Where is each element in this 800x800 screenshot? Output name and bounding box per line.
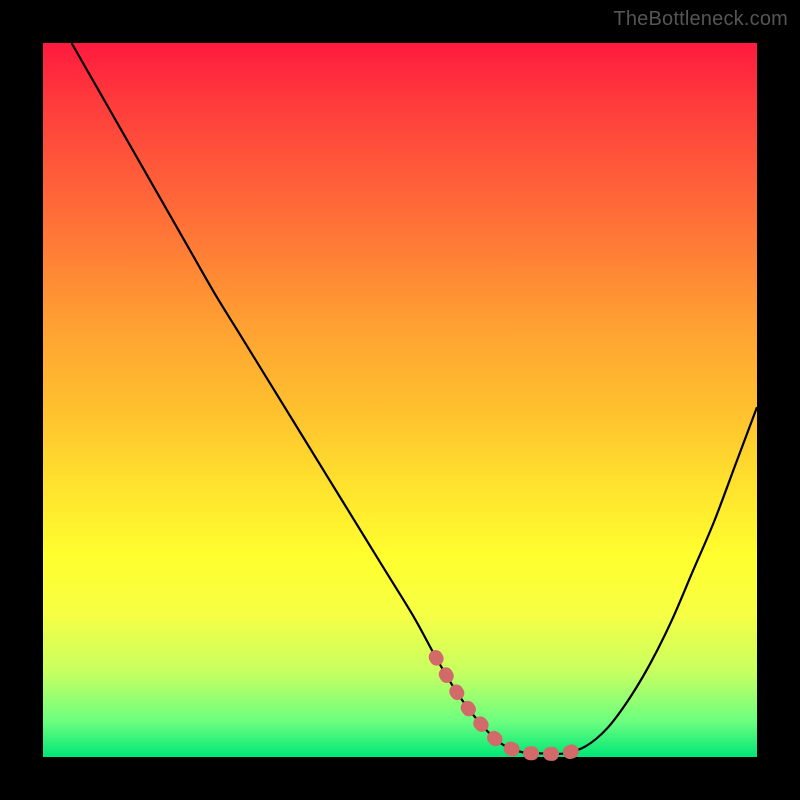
flat-region-highlight	[436, 657, 586, 754]
chart-stage: TheBottleneck.com	[0, 0, 800, 800]
watermark-text: TheBottleneck.com	[613, 8, 788, 31]
chart-overlay	[43, 43, 757, 757]
bottleneck-curve	[72, 43, 757, 754]
